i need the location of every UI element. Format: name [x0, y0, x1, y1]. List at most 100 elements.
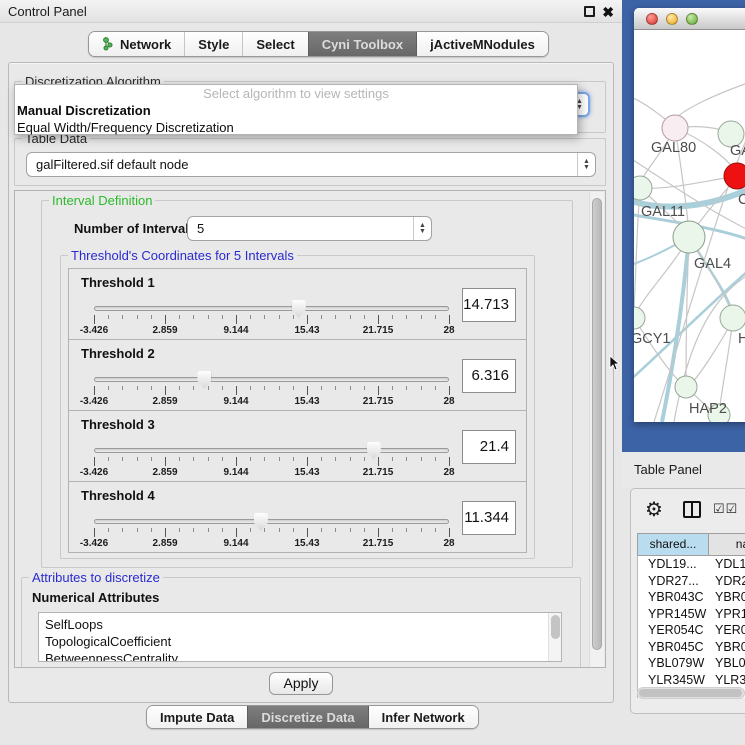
column-header-name[interactable]: na	[709, 533, 745, 556]
node-label-gcy1: GCY1	[634, 331, 671, 347]
network-tab-icon	[102, 37, 115, 51]
table-scrollbar-thumb[interactable]	[639, 689, 742, 697]
table-row[interactable]: YBL079WYBL0	[638, 655, 745, 672]
slider-ticks	[94, 528, 449, 538]
slider-ticks	[94, 386, 449, 396]
number-of-intervals-label: Number of Intervals	[74, 221, 196, 236]
threshold-label: Threshold 2	[81, 346, 155, 361]
panel-title: Control Panel	[8, 0, 87, 23]
table-row[interactable]: YPR145WYPR1	[638, 606, 745, 623]
table-data-section: Table Data galFiltered.sif default node …	[14, 138, 606, 186]
list-item[interactable]: TopologicalCoefficient	[39, 633, 561, 650]
dropdown-option-manual[interactable]: Manual Discretization	[15, 102, 577, 119]
threshold-value-field[interactable]: 21.4	[462, 430, 516, 464]
select-columns-checkbox-icons[interactable]: ☑☑	[713, 501, 738, 517]
numerical-attributes-heading: Numerical Attributes	[32, 590, 159, 605]
panel-scrollbar[interactable]	[589, 192, 604, 668]
tab-network[interactable]: Network	[89, 32, 184, 56]
slider-ticks	[94, 457, 449, 467]
number-of-intervals-combobox[interactable]: 5 ▲▼	[187, 216, 432, 241]
table-body: YDL19...YDL1 YDR27...YDR2 YBR043CYBR0 YP…	[637, 556, 745, 698]
tab-jactivemnodules[interactable]: jActiveMNodules	[416, 32, 548, 56]
combo-stepper-icon: ▲▼	[413, 217, 431, 240]
table-toolbar: ⚙ ☑☑	[631, 489, 745, 533]
list-item[interactable]: SelfLoops	[39, 613, 561, 633]
tab-label: Discretize Data	[261, 710, 354, 725]
table-panel: ⚙ ☑☑ shared... na YDL19...YDL1 YDR27...Y…	[630, 488, 745, 714]
tab-discretize-data[interactable]: Discretize Data	[247, 706, 367, 728]
tab-infer-network[interactable]: Infer Network	[368, 706, 478, 728]
table-data-combobox[interactable]: galFiltered.sif default node ▲▼	[26, 152, 596, 177]
tab-select[interactable]: Select	[242, 32, 307, 56]
network-node[interactable]	[720, 305, 745, 331]
cell: YLR3	[711, 672, 745, 689]
close-traffic-light[interactable]	[646, 13, 658, 25]
tab-cyni-toolbox[interactable]: Cyni Toolbox	[308, 32, 416, 56]
slider-ticks	[94, 315, 449, 325]
slider-track[interactable]	[94, 377, 449, 382]
list-scrollbar[interactable]	[548, 613, 561, 661]
table-horizontal-scrollbar[interactable]	[637, 687, 745, 699]
panel-scrollbar-thumb[interactable]	[592, 198, 602, 650]
column-header-shared-name[interactable]: shared...	[637, 533, 709, 556]
mouse-cursor	[609, 355, 621, 371]
node-label-partial: GA	[730, 143, 745, 159]
network-node-gal80[interactable]	[662, 115, 688, 141]
threshold-value-field[interactable]: 11.344	[462, 501, 516, 535]
table-row[interactable]: YDL19...YDL1	[638, 556, 745, 573]
network-view-window: GAL80 GA C GAL11 GAL4 GCY1 H HAP2	[634, 8, 745, 422]
cell: YDR27...	[638, 573, 711, 590]
apply-button[interactable]: Apply	[269, 672, 333, 695]
table-row[interactable]: YDR27...YDR2	[638, 573, 745, 590]
network-node-selected-red[interactable]	[724, 163, 745, 189]
interval-definition-title: Interval Definition	[49, 193, 155, 208]
table-row[interactable]: YER054CYER0	[638, 622, 745, 639]
thresholds-section: Threshold's Coordinates for 5 Intervals …	[60, 255, 535, 559]
network-node-hap2[interactable]	[675, 376, 697, 398]
threshold-1-panel: Threshold 1 -3.4262.8599.14415.4321.7152…	[68, 268, 527, 340]
dropdown-prompt: Select algorithm to view settings	[15, 85, 577, 102]
cell: YBL079W	[638, 655, 711, 672]
tab-impute-data[interactable]: Impute Data	[147, 706, 247, 728]
table-row[interactable]: YLR345WYLR3	[638, 672, 745, 689]
combo-stepper-icon: ▲▼	[577, 153, 595, 176]
number-of-intervals-value: 5	[197, 217, 204, 240]
slider-track[interactable]	[94, 519, 449, 524]
table-panel-titlebar: Table Panel	[622, 452, 745, 488]
cell: YPR1	[711, 606, 745, 623]
close-icon[interactable]: ✖	[602, 2, 614, 22]
threshold-label: Threshold 1	[81, 275, 155, 290]
network-graph: GAL80 GA C GAL11 GAL4 GCY1 H HAP2	[634, 30, 745, 422]
network-node-gcy1[interactable]	[634, 307, 645, 329]
network-canvas[interactable]: GAL80 GA C GAL11 GAL4 GCY1 H HAP2	[634, 30, 745, 422]
table-row[interactable]: YBR043CYBR0	[638, 589, 745, 606]
zoom-traffic-light[interactable]	[686, 13, 698, 25]
tab-label: Cyni Toolbox	[322, 37, 403, 52]
network-node-gal4[interactable]	[673, 221, 705, 253]
list-item[interactable]: BetweennessCentrality	[39, 650, 561, 662]
cell: YER054C	[638, 622, 711, 639]
minimize-traffic-light[interactable]	[666, 13, 678, 25]
tab-label: Network	[120, 37, 171, 52]
tab-style[interactable]: Style	[184, 32, 242, 56]
list-scrollbar-thumb[interactable]	[551, 615, 560, 639]
tab-label: Infer Network	[382, 710, 465, 725]
split-columns-icon[interactable]	[683, 501, 701, 518]
float-window-icon[interactable]	[584, 6, 595, 17]
table-row[interactable]: YBR045CYBR0	[638, 639, 745, 656]
screen: Control Panel ✖ Network Style Select Cyn…	[0, 0, 745, 745]
control-panel: Control Panel ✖ Network Style Select Cyn…	[0, 0, 622, 745]
slider-track[interactable]	[94, 306, 449, 311]
threshold-value-field[interactable]: 14.713	[462, 288, 516, 322]
desktop-background: GAL80 GA C GAL11 GAL4 GCY1 H HAP2	[622, 0, 745, 452]
interval-definition-section: Interval Definition Number of Intervals …	[41, 200, 573, 568]
node-label-gal4: GAL4	[694, 256, 731, 272]
tab-label: Select	[256, 37, 294, 52]
slider-track[interactable]	[94, 448, 449, 453]
node-label-gal80: GAL80	[651, 140, 696, 156]
network-window-titlebar[interactable]	[634, 8, 745, 30]
dropdown-option-equal-width[interactable]: Equal Width/Frequency Discretization	[15, 119, 577, 136]
algorithm-dropdown-popup: Select algorithm to view settings Manual…	[14, 84, 578, 135]
threshold-value-field[interactable]: 6.316	[462, 359, 516, 393]
gear-icon[interactable]: ⚙	[645, 497, 663, 522]
